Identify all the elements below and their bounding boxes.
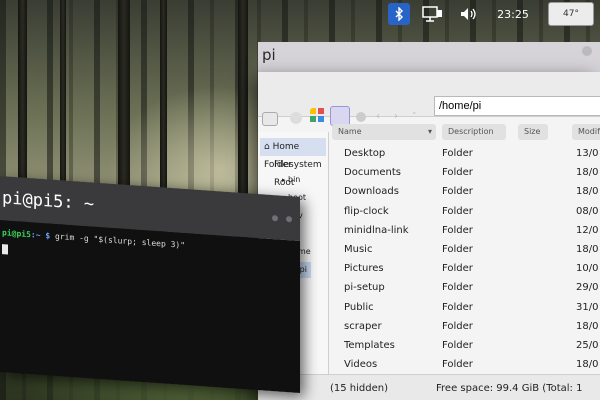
tree-label: bin <box>288 175 301 184</box>
file-name: Documents <box>344 167 402 179</box>
close-icon[interactable] <box>286 215 292 223</box>
file-type: Folder <box>442 244 473 255</box>
file-type: Folder <box>442 205 473 217</box>
file-type: Folder <box>442 186 473 198</box>
new-window-icon[interactable] <box>262 112 278 126</box>
file-modified: 12/0 <box>576 224 599 236</box>
column-size[interactable]: Size <box>518 124 548 140</box>
tree-label: pi <box>299 265 307 274</box>
file-name: Pictures <box>344 263 384 275</box>
up-icon[interactable]: ˄ <box>412 112 422 122</box>
hidden-count: (15 hidden) <box>330 383 389 394</box>
file-name: Templates <box>344 340 395 351</box>
new-tab-icon[interactable] <box>290 112 302 124</box>
table-row[interactable]: Videos Folder 18/0 <box>332 355 600 374</box>
file-type: Folder <box>442 224 473 236</box>
bluetooth-icon[interactable] <box>388 3 410 25</box>
file-modified: 31/0 <box>576 301 599 313</box>
top-panel: 23:25 47° <box>388 0 594 28</box>
table-row[interactable]: Desktop Folder 13/0 <box>332 144 600 163</box>
file-name: scraper <box>344 320 382 332</box>
file-modified: 25/0 <box>576 340 599 351</box>
file-type: Folder <box>442 263 473 275</box>
file-name: Videos <box>344 359 378 371</box>
window-title: pi <box>262 46 276 64</box>
close-icon[interactable] <box>582 46 592 56</box>
tree-item-bin[interactable]: ▸ bin <box>282 172 301 188</box>
list-view-icon[interactable] <box>330 106 350 126</box>
file-modified: 18/0 <box>576 320 599 332</box>
file-type: Folder <box>442 359 473 371</box>
file-type: Folder <box>442 167 473 179</box>
table-row[interactable]: Public Folder 31/0 <box>332 298 600 317</box>
file-modified: 18/0 <box>576 186 599 198</box>
file-modified: 10/0 <box>576 263 599 275</box>
home-icon: ⌂ <box>264 142 270 152</box>
terminal-window: pi@pi5: ~ pi@pi5:~ $ grim -g "$(slurp; s… <box>0 176 300 393</box>
terminal-title: pi@pi5: ~ <box>2 188 95 215</box>
file-name: flip-clock <box>344 205 389 217</box>
file-type: Folder <box>442 320 473 332</box>
file-name: Downloads <box>344 186 399 198</box>
file-name: Music <box>344 244 373 255</box>
cpu-temperature[interactable]: 47° <box>548 2 594 26</box>
file-name: pi-setup <box>344 282 385 294</box>
status-bar: (15 hidden) Free space: 99.4 GiB (Total:… <box>258 374 600 400</box>
free-space: Free space: 99.4 GiB (Total: 1 <box>436 383 583 394</box>
forward-icon[interactable]: › <box>394 112 404 122</box>
file-name: Public <box>344 301 374 313</box>
table-row[interactable]: Documents Folder 18/0 <box>332 163 600 182</box>
clock[interactable]: 23:25 <box>490 3 536 25</box>
table-row[interactable]: Templates Folder 25/0 <box>332 336 600 355</box>
column-description[interactable]: Description <box>442 124 506 140</box>
network-icon[interactable] <box>416 3 448 25</box>
file-name: minidlna-link <box>344 224 409 236</box>
back-icon[interactable]: ‹ <box>376 112 386 122</box>
sidebar-item-home-folder[interactable]: ⌂ Home Folder <box>260 138 326 170</box>
toolbar: ‹ › ˄ <box>258 72 600 126</box>
file-modified: 18/0 <box>576 244 599 255</box>
file-modified: 18/0 <box>576 359 599 371</box>
file-modified: 18/0 <box>576 167 599 179</box>
command-text: grim -g "$(slurp; sleep 3)" <box>55 231 186 250</box>
table-row[interactable]: Pictures Folder 10/0 <box>332 259 600 278</box>
table-row[interactable]: Music Folder 18/0 <box>332 240 600 259</box>
column-modified[interactable]: Modified <box>572 124 600 140</box>
table-row[interactable]: scraper Folder 18/0 <box>332 317 600 336</box>
file-modified: 29/0 <box>576 282 599 294</box>
file-type: Folder <box>442 340 473 351</box>
prompt-line: pi@pi5:~ $ grim -g "$(slurp; sleep 3)" <box>2 228 185 250</box>
file-modified: 13/0 <box>576 148 599 159</box>
prompt-dir: :~ $ <box>30 230 51 241</box>
text-cursor <box>2 244 8 255</box>
home-icon[interactable] <box>356 112 366 122</box>
prompt-user: pi@pi5 <box>2 228 31 240</box>
file-type: Folder <box>442 282 473 294</box>
file-type: Folder <box>442 148 473 159</box>
file-type: Folder <box>442 301 473 313</box>
file-manager-titlebar[interactable]: pi <box>258 42 600 72</box>
volume-icon[interactable] <box>454 3 484 25</box>
file-manager-window: ‹ › ˄ ⌂ Home Folder Filesystem Root ▸bin… <box>258 72 600 400</box>
terminal-body[interactable]: pi@pi5:~ $ grim -g "$(slurp; sleep 3)" <box>0 220 300 393</box>
table-row[interactable]: flip-clock Folder 08/0 <box>332 202 600 221</box>
table-row[interactable]: Downloads Folder 18/0 <box>332 182 600 201</box>
minimize-icon[interactable] <box>272 215 278 222</box>
table-row[interactable]: minidlna-link Folder 12/0 <box>332 221 600 240</box>
path-bar[interactable] <box>434 96 600 116</box>
icon-view-icon[interactable] <box>310 108 326 124</box>
file-name: Desktop <box>344 148 386 159</box>
column-header: Name▾ Description Size Modified <box>332 124 600 140</box>
table-row[interactable]: pi-setup Folder 29/0 <box>332 278 600 297</box>
expand-icon[interactable]: ▸ <box>282 172 286 188</box>
file-modified: 08/0 <box>576 205 599 217</box>
column-name[interactable]: Name ▾ <box>332 124 436 140</box>
sort-down-icon: ▾ <box>427 127 432 136</box>
